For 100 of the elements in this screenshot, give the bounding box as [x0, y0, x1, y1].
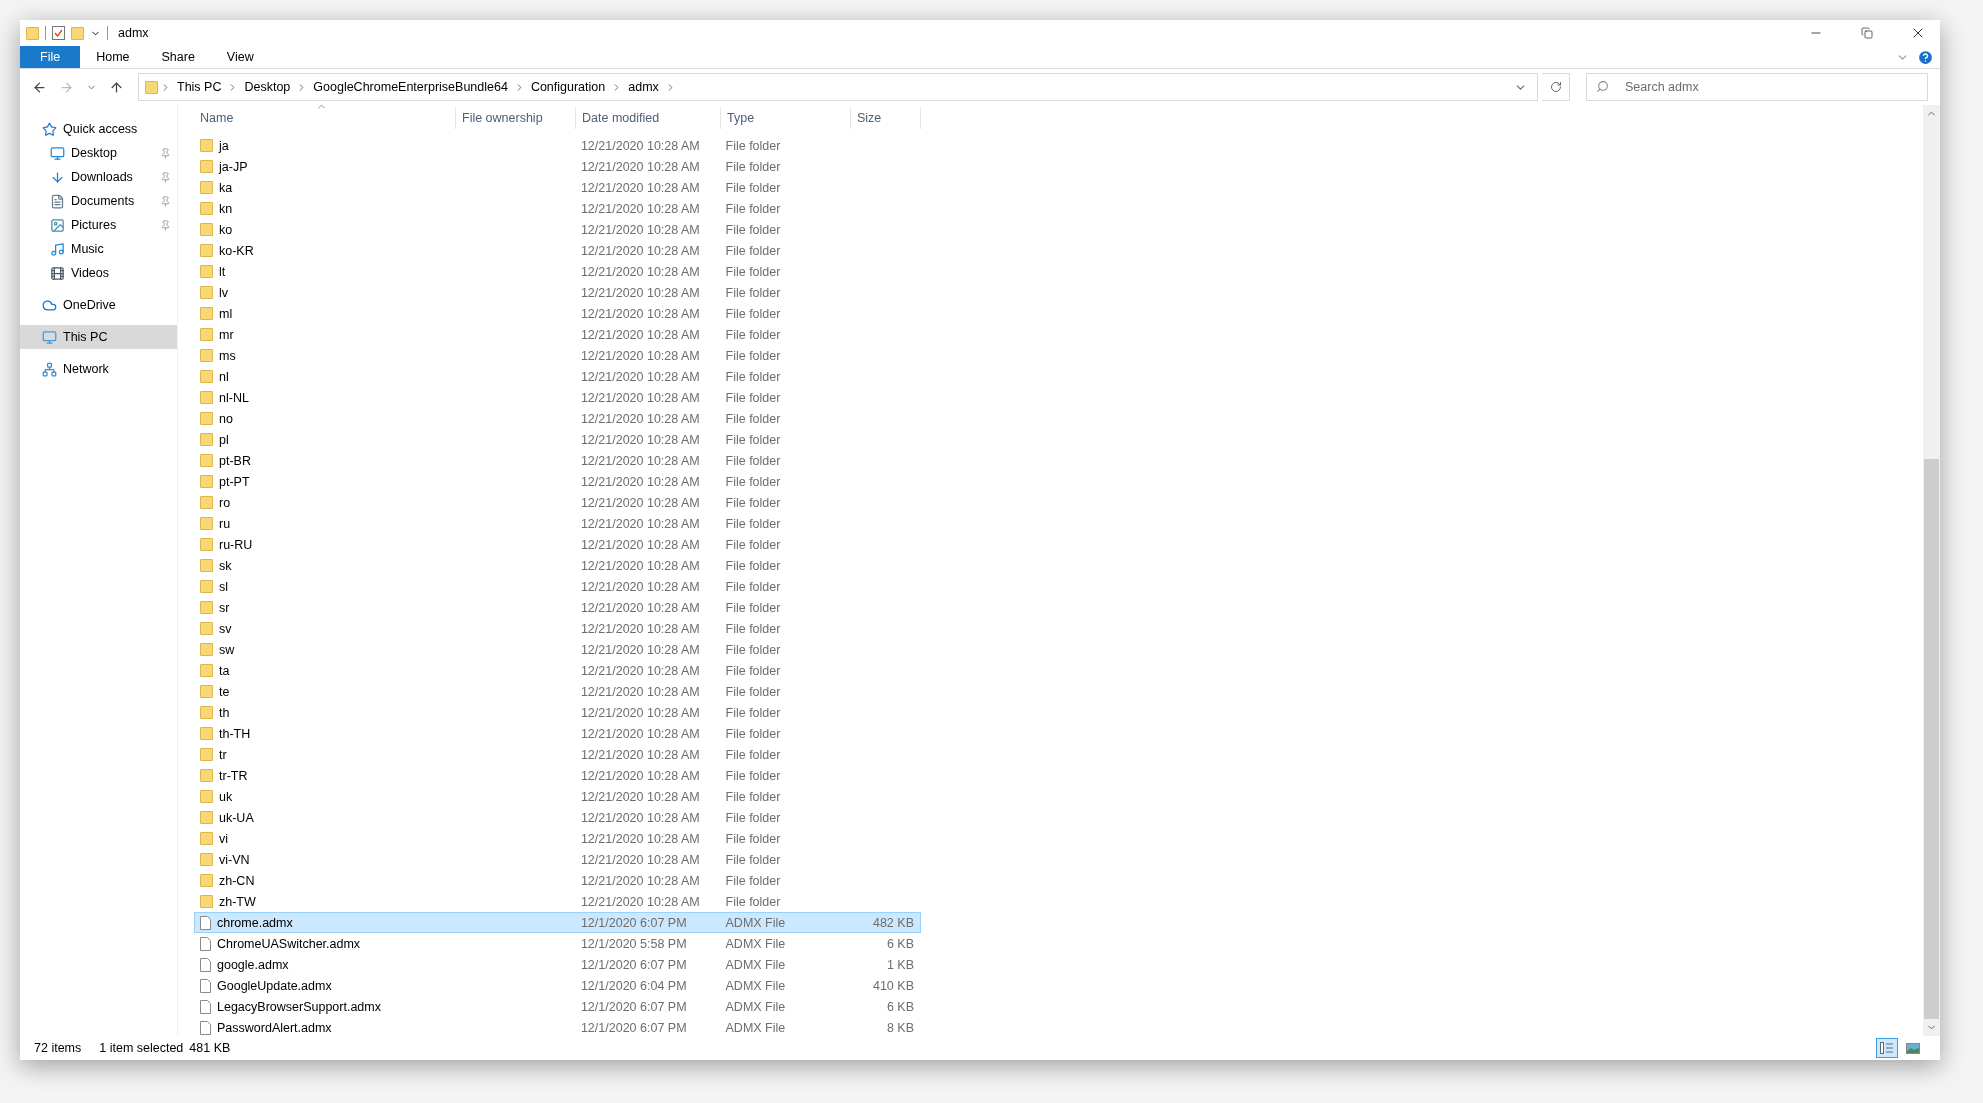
file-row[interactable]: pt-BR 12/21/2020 10:28 AM File folder: [194, 450, 921, 471]
file-row[interactable]: zh-CN 12/21/2020 10:28 AM File folder: [194, 870, 921, 891]
file-row[interactable]: uk-UA 12/21/2020 10:28 AM File folder: [194, 807, 921, 828]
file-row[interactable]: ru-RU 12/21/2020 10:28 AM File folder: [194, 534, 921, 555]
file-row[interactable]: vi 12/21/2020 10:28 AM File folder: [194, 828, 921, 849]
pin-icon[interactable]: [160, 219, 171, 231]
column-header[interactable]: Name: [194, 107, 456, 129]
refresh-button[interactable]: [1542, 73, 1570, 101]
file-type: File folder: [725, 348, 781, 363]
file-row[interactable]: ro 12/21/2020 10:28 AM File folder: [194, 492, 921, 513]
file-type: File folder: [725, 432, 781, 447]
file-name: nl: [219, 369, 229, 384]
sidebar-item[interactable]: Documents: [20, 189, 177, 213]
vertical-scrollbar[interactable]: [1923, 105, 1940, 1036]
folder-icon[interactable]: [71, 26, 84, 40]
column-header[interactable]: Type: [721, 107, 851, 129]
breadcrumb[interactable]: admx: [624, 80, 663, 94]
pin-icon[interactable]: [160, 195, 171, 207]
file-row[interactable]: lv 12/21/2020 10:28 AM File folder: [194, 282, 921, 303]
date-modified: 12/21/2020 10:28 AM: [580, 852, 700, 867]
date-modified: 12/21/2020 10:28 AM: [580, 726, 700, 741]
scrollbar-thumb[interactable]: [1924, 459, 1939, 1019]
file-row[interactable]: zh-TW 12/21/2020 10:28 AM File folder: [194, 891, 921, 912]
file-row[interactable]: tr-TR 12/21/2020 10:28 AM File folder: [194, 765, 921, 786]
breadcrumb[interactable]: This PC: [173, 80, 226, 94]
file-row[interactable]: GoogleUpdate.admx 12/1/2020 6:04 PM ADMX File 410 KB: [194, 975, 921, 996]
file-row[interactable]: vi-VN 12/21/2020 10:28 AM File folder: [194, 849, 921, 870]
address-bar[interactable]: This PC Desktop GoogleChromeEnterpriseBundle64 Configuration admx: [138, 73, 1538, 101]
folder-icon[interactable]: [26, 26, 39, 40]
file-type: File folder: [725, 516, 781, 531]
file-name: ms: [219, 348, 236, 363]
file-row[interactable]: sl 12/21/2020 10:28 AM File folder: [194, 576, 921, 597]
column-header[interactable]: Size: [851, 107, 921, 129]
folder-icon: [200, 643, 213, 656]
file-row[interactable]: LegacyBrowserSupport.admx 12/1/2020 6:07 PM ADMX File 6 KB: [194, 996, 921, 1017]
file-row[interactable]: lt 12/21/2020 10:28 AM File folder: [194, 261, 921, 282]
sidebar-item[interactable]: This PC: [20, 325, 177, 349]
file-row[interactable]: sr 12/21/2020 10:28 AM File folder: [194, 597, 921, 618]
restore-icon: [1860, 27, 1873, 39]
column-header[interactable]: Date modified: [576, 107, 721, 129]
sidebar-item[interactable]: Network: [20, 357, 177, 381]
breadcrumb[interactable]: Desktop: [240, 80, 295, 94]
file-row[interactable]: ko-KR 12/21/2020 10:28 AM File folder: [194, 240, 921, 261]
sidebar-item[interactable]: Music: [20, 237, 177, 261]
file-row[interactable]: ms 12/21/2020 10:28 AM File folder: [194, 345, 921, 366]
folder-icon: [200, 853, 213, 866]
sidebar-item[interactable]: Videos: [20, 261, 177, 285]
file-row[interactable]: pt-PT 12/21/2020 10:28 AM File folder: [194, 471, 921, 492]
file-row[interactable]: th 12/21/2020 10:28 AM File folder: [194, 702, 921, 723]
sidebar-item[interactable]: Downloads: [20, 165, 177, 189]
file-row[interactable]: pl 12/21/2020 10:28 AM File folder: [194, 429, 921, 450]
pin-icon[interactable]: [160, 147, 171, 159]
details-view-button[interactable]: [1876, 1038, 1898, 1058]
file-type: ADMX File: [725, 999, 786, 1014]
date-modified: 12/21/2020 10:28 AM: [580, 558, 700, 573]
file-row[interactable]: ml 12/21/2020 10:28 AM File folder: [194, 303, 921, 324]
file-row[interactable]: chrome.admx 12/1/2020 6:07 PM ADMX File 482 KB: [194, 912, 921, 933]
file-row[interactable]: ja 12/21/2020 10:28 AM File folder: [194, 135, 921, 156]
download-arrow-icon: [50, 169, 65, 185]
file-name: sk: [219, 558, 232, 573]
file-row[interactable]: uk 12/21/2020 10:28 AM File folder: [194, 786, 921, 807]
file-row[interactable]: ta 12/21/2020 10:28 AM File folder: [194, 660, 921, 681]
file-row[interactable]: nl 12/21/2020 10:28 AM File folder: [194, 366, 921, 387]
file-row[interactable]: sv 12/21/2020 10:28 AM File folder: [194, 618, 921, 639]
file-row[interactable]: mr 12/21/2020 10:28 AM File folder: [194, 324, 921, 345]
file-row[interactable]: sk 12/21/2020 10:28 AM File folder: [194, 555, 921, 576]
file-row[interactable]: ja-JP 12/21/2020 10:28 AM File folder: [194, 156, 921, 177]
checklist-icon[interactable]: [52, 26, 65, 40]
file-row[interactable]: th-TH 12/21/2020 10:28 AM File folder: [194, 723, 921, 744]
ribbon-tab[interactable]: View: [210, 46, 270, 68]
breadcrumb[interactable]: GoogleChromeEnterpriseBundle64: [309, 80, 512, 94]
pin-icon[interactable]: [160, 171, 171, 183]
date-modified: 12/21/2020 10:28 AM: [580, 411, 700, 426]
file-size: 410 KB: [872, 978, 914, 993]
sidebar-item[interactable]: OneDrive: [20, 293, 177, 317]
file-row[interactable]: ko 12/21/2020 10:28 AM File folder: [194, 219, 921, 240]
file-type: ADMX File: [725, 957, 786, 972]
breadcrumb[interactable]: Configuration: [526, 80, 610, 94]
file-row[interactable]: ka 12/21/2020 10:28 AM File folder: [194, 177, 921, 198]
folder-icon: [200, 307, 213, 320]
file-row[interactable]: no 12/21/2020 10:28 AM File folder: [194, 408, 921, 429]
ribbon-tab[interactable]: Share: [145, 46, 211, 68]
file-row[interactable]: PasswordAlert.admx 12/1/2020 6:07 PM ADMX File 8 KB: [194, 1017, 921, 1038]
search-field[interactable]: Search admx: [1586, 73, 1928, 101]
ribbon-tab[interactable]: Home: [80, 46, 146, 68]
file-row[interactable]: ChromeUASwitcher.admx 12/1/2020 5:58 PM ADMX File 6 KB: [194, 933, 921, 954]
column-header[interactable]: File ownership: [456, 107, 576, 129]
file-row[interactable]: sw 12/21/2020 10:28 AM File folder: [194, 639, 921, 660]
file-row[interactable]: ru 12/21/2020 10:28 AM File folder: [194, 513, 921, 534]
file-row[interactable]: google.admx 12/1/2020 6:07 PM ADMX File 1 KB: [194, 954, 921, 975]
file-row[interactable]: nl-NL 12/21/2020 10:28 AM File folder: [194, 387, 921, 408]
date-modified: 12/21/2020 10:28 AM: [580, 789, 700, 804]
folder-icon: [200, 181, 213, 194]
help-icon[interactable]: [1917, 48, 1934, 66]
sidebar-item[interactable]: Desktop: [20, 141, 177, 165]
file-row[interactable]: kn 12/21/2020 10:28 AM File folder: [194, 198, 921, 219]
sidebar-item[interactable]: Quick access: [20, 117, 177, 141]
sidebar-item[interactable]: Pictures: [20, 213, 177, 237]
file-row[interactable]: tr 12/21/2020 10:28 AM File folder: [194, 744, 921, 765]
file-row[interactable]: te 12/21/2020 10:28 AM File folder: [194, 681, 921, 702]
